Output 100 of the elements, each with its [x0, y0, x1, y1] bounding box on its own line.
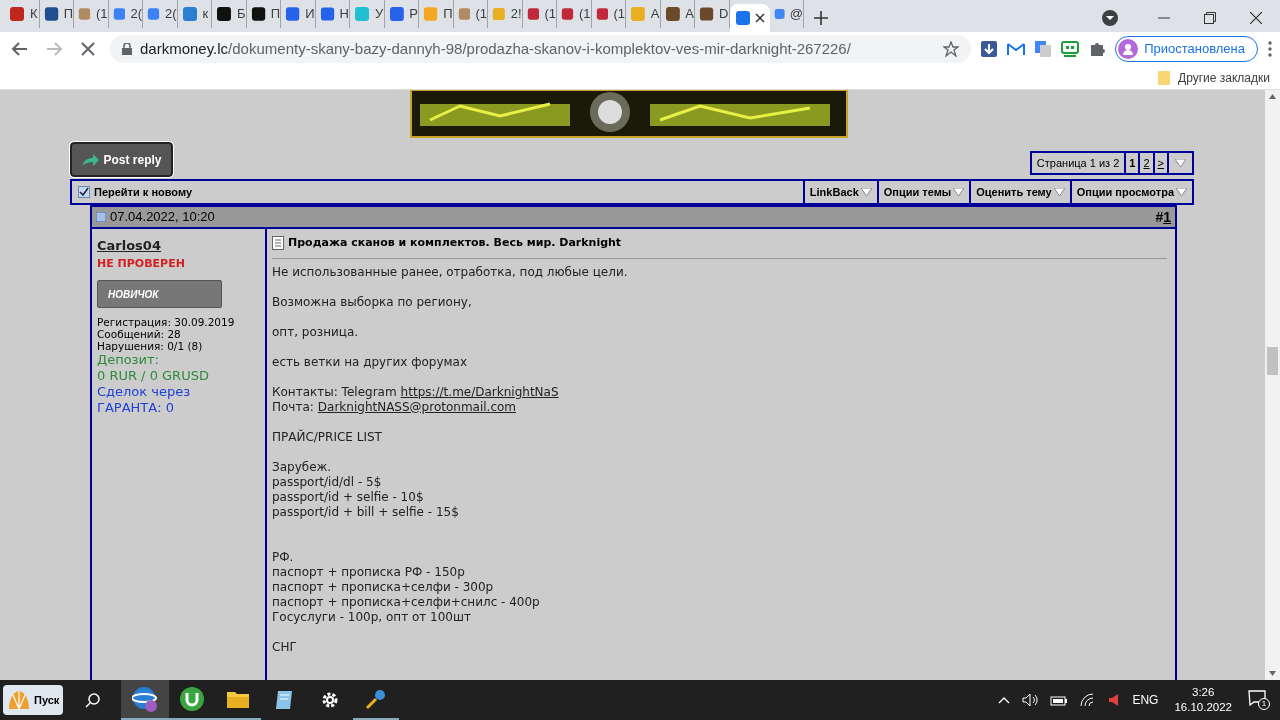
- page-indicator: Страница 1 из 2: [1031, 153, 1127, 173]
- restore-icon[interactable]: [1204, 12, 1216, 24]
- dropdown-icon[interactable]: [1175, 159, 1186, 167]
- favicon-icon: [457, 6, 471, 22]
- message-icon: [1248, 690, 1266, 706]
- stop-icon[interactable]: [81, 42, 95, 56]
- post-text: опт, розница.: [272, 324, 359, 340]
- browser-tab[interactable]: (1: [522, 0, 557, 28]
- post-text: passport/id + selfie - 10$: [272, 489, 424, 505]
- scrollbar-thumb[interactable]: [1267, 347, 1278, 375]
- user-stat: Регистрация: 30.09.2019: [97, 316, 236, 328]
- torrent-icon: [180, 687, 205, 711]
- page-link[interactable]: 1: [1126, 153, 1141, 173]
- user-stat: Сообщений: 28: [97, 328, 182, 340]
- scroll-up-icon[interactable]: [1269, 94, 1276, 99]
- menu-dropdown[interactable]: Оценить тему: [969, 181, 1070, 203]
- notebook-icon: [274, 689, 295, 711]
- notification-button[interactable]: 1: [1248, 690, 1270, 710]
- speaker-icon[interactable]: [1022, 693, 1039, 707]
- dropdown-icon: [860, 188, 872, 196]
- robot-icon[interactable]: [1061, 41, 1080, 57]
- browser-tab[interactable]: П: [246, 0, 281, 28]
- favicon-icon: [595, 6, 609, 22]
- shell-icon: [7, 689, 31, 711]
- muted-speaker-icon[interactable]: [1108, 693, 1121, 707]
- favicon-icon: [561, 6, 574, 22]
- browser-tab[interactable]: А: [626, 0, 661, 28]
- bookmark-folder[interactable]: Другие закладки: [1178, 68, 1270, 87]
- back-icon[interactable]: [11, 40, 29, 58]
- favicon-icon: [147, 6, 160, 22]
- favicon-icon: [285, 6, 301, 22]
- favicon-icon: [773, 6, 785, 22]
- avatar-icon: [1118, 39, 1139, 59]
- search-icon[interactable]: [85, 692, 102, 708]
- favicon-icon: [319, 6, 335, 22]
- post-text: ПРАЙС/PRICE LIST: [272, 429, 382, 445]
- favicon-icon: [526, 6, 540, 22]
- post-text: passport/id + bill + selfie - 15$: [272, 504, 459, 520]
- close-icon[interactable]: [1250, 12, 1262, 24]
- contact-link[interactable]: https://t.me/DarknightNaS: [400, 384, 559, 400]
- lock-icon: [122, 43, 132, 55]
- address-bar[interactable]: darkmoney.lc/dokumenty-skany-bazy-dannyh-98/prodazha-skanov-i-komplektov-ves-mir-darknight-267226/: [110, 35, 972, 63]
- browser-tab[interactable]: А: [660, 0, 695, 28]
- browser-tab[interactable]: (1: [453, 0, 488, 28]
- new-tab-icon[interactable]: [814, 11, 828, 25]
- start-button[interactable]: Пуск: [3, 685, 64, 715]
- post-icon: [96, 212, 106, 222]
- browser-tab[interactable]: И: [281, 0, 316, 28]
- page-link[interactable]: >: [1154, 153, 1169, 173]
- tab-search-icon[interactable]: [1102, 10, 1118, 26]
- puzzle-icon[interactable]: [1089, 41, 1106, 57]
- favicon-icon: [43, 6, 59, 22]
- menu-dropdown[interactable]: LinkBack: [802, 181, 877, 203]
- favicon-icon: [492, 6, 506, 22]
- translate-icon[interactable]: [1035, 41, 1052, 57]
- browser-tab[interactable]: [729, 4, 770, 32]
- browser-tab[interactable]: П: [419, 0, 454, 28]
- star-icon[interactable]: [943, 41, 960, 57]
- go-to-new-link[interactable]: Перейти к новому: [94, 183, 193, 201]
- language-indicator[interactable]: ENG: [1132, 691, 1159, 709]
- browser-tab[interactable]: 2(: [108, 0, 143, 28]
- menu-icon[interactable]: [1268, 41, 1272, 57]
- browser-tab[interactable]: (1: [591, 0, 626, 28]
- browser-tab[interactable]: @: [769, 0, 804, 28]
- scroll-down-icon[interactable]: [1269, 671, 1276, 676]
- menu-dropdown[interactable]: Опции просмотра: [1069, 181, 1192, 203]
- taskbar-app[interactable]: [121, 680, 170, 720]
- clock[interactable]: 3:26 16.10.2022: [1174, 685, 1232, 715]
- browser-tab[interactable]: Б: [212, 0, 247, 28]
- key-icon: [365, 688, 388, 710]
- mail-icon[interactable]: [1007, 42, 1026, 56]
- post-text: РФ.: [272, 549, 294, 565]
- post-reply-button[interactable]: Post reply: [70, 142, 173, 177]
- battery-icon[interactable]: [1050, 694, 1069, 706]
- page-link[interactable]: 2: [1140, 153, 1155, 173]
- url-text: darkmoney.lc/dokumenty-skany-bazy-dannyh-98/prodazha-skanov-i-komplektov-ves-mir-darknight-267226/: [140, 38, 852, 59]
- user-status: НЕ ПРОВЕРЕН: [97, 255, 186, 272]
- browser-tab[interactable]: D: [695, 0, 730, 28]
- browser-tab[interactable]: П: [39, 0, 74, 28]
- globe-icon: [132, 686, 159, 712]
- contact-link[interactable]: DarknightNASS@protonmail.com: [317, 399, 517, 415]
- post-text: Возможна выборка по региону,: [272, 294, 472, 310]
- browser-tab[interactable]: Р: [384, 0, 419, 28]
- chevron-up-icon[interactable]: [998, 696, 1011, 704]
- checkbox-icon: [78, 186, 90, 198]
- browser-tab[interactable]: 2(: [143, 0, 178, 28]
- post-number[interactable]: #1: [1155, 206, 1171, 228]
- close-icon[interactable]: [754, 13, 765, 23]
- username-link[interactable]: Carlos04: [97, 236, 260, 256]
- menu-dropdown[interactable]: Опции темы: [876, 181, 970, 203]
- deals-value: ГАРАНТА: 0: [97, 400, 175, 416]
- browser-tab[interactable]: (1: [557, 0, 592, 28]
- browser-tab[interactable]: (1: [74, 0, 109, 28]
- browser-tab[interactable]: к: [177, 0, 212, 28]
- browser-tab[interactable]: У: [350, 0, 385, 28]
- browser-tab[interactable]: К: [5, 0, 40, 28]
- browser-tab[interactable]: 2!: [488, 0, 523, 28]
- browser-tab[interactable]: Н: [315, 0, 350, 28]
- download-icon[interactable]: [981, 41, 998, 57]
- post-text: паспорт + прописка+селфи - 300р: [272, 579, 494, 595]
